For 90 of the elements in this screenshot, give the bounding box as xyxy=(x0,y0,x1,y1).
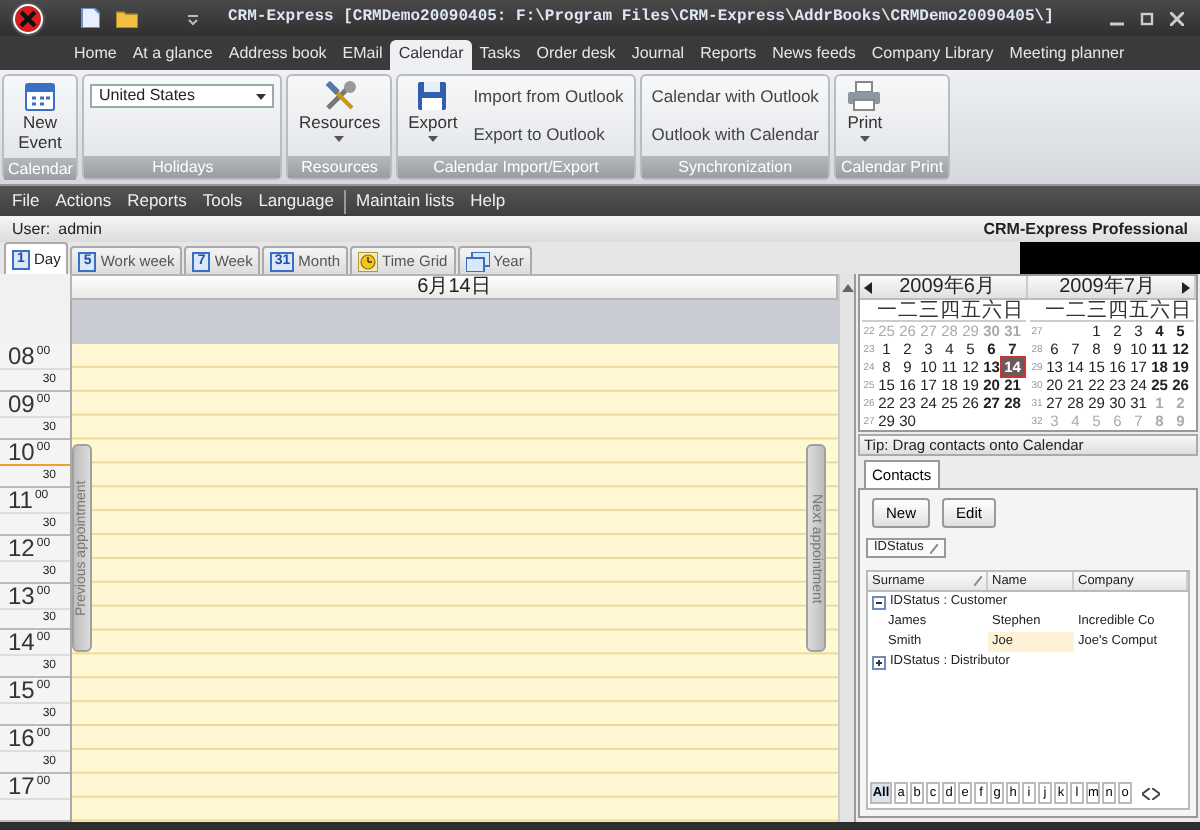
weekday-label: 二 xyxy=(897,299,918,321)
next-month-icon[interactable] xyxy=(1182,281,1190,293)
ribbon-button[interactable]: New Event xyxy=(10,78,70,156)
product-name: CRM-Express Professional xyxy=(983,219,1188,239)
holiday-select[interactable]: United States xyxy=(90,84,275,108)
weekday-label: 六 xyxy=(1149,299,1170,321)
ribbon-tab[interactable]: At a glance xyxy=(124,40,221,70)
menu-item[interactable]: Tools xyxy=(194,188,251,214)
hour-label: 15 xyxy=(8,680,35,703)
scrollbar[interactable] xyxy=(838,274,854,822)
caret-icon xyxy=(334,135,345,142)
window-title: CRM-Express [CRMDemo20090405: F:\Program Files\CRM-Express\AddrBooks\CRMDemo20090405\] xyxy=(228,8,1054,28)
ribbon-button[interactable]: Print xyxy=(842,78,887,154)
ribbon-link[interactable]: Import from Outlook xyxy=(469,86,628,108)
hour-label: 13 xyxy=(8,585,35,608)
scroll-up-icon[interactable] xyxy=(841,282,853,294)
group-label: Resources xyxy=(288,156,391,178)
hour-label: 12 xyxy=(8,537,35,560)
weekday-label: 日 xyxy=(1170,299,1191,321)
weekday-label: 二 xyxy=(1065,299,1086,321)
caret-icon xyxy=(859,135,870,142)
menu-item[interactable]: Maintain lists xyxy=(348,188,463,214)
weekday-label: 一 xyxy=(1044,299,1065,321)
hour-label: 14 xyxy=(8,632,35,655)
customize-icon[interactable] xyxy=(186,10,200,26)
menu-item[interactable]: Reports xyxy=(119,188,195,214)
ribbon-tab[interactable]: Company Library xyxy=(863,40,1002,70)
ribbon-tab[interactable]: Order desk xyxy=(528,40,624,70)
ribbon-button[interactable]: Export xyxy=(404,78,462,154)
weekday-label: 日 xyxy=(1002,299,1023,321)
app-logo[interactable] xyxy=(8,0,48,36)
ribbon-tab[interactable]: Tasks xyxy=(471,40,529,70)
scroll-left-icon[interactable] xyxy=(1142,787,1150,799)
calendar-icon xyxy=(24,80,56,112)
document-icon[interactable] xyxy=(80,8,100,28)
month-title: 2009年6月 xyxy=(897,276,997,298)
folder-icon[interactable] xyxy=(116,9,138,27)
maximize-icon[interactable] xyxy=(1140,11,1154,25)
calendar-pages-icon xyxy=(465,251,490,271)
caret-icon xyxy=(427,135,438,142)
menu-item[interactable]: Actions xyxy=(47,188,120,214)
clock-icon xyxy=(358,251,379,271)
collapse-icon[interactable] xyxy=(872,595,886,609)
group-label: Holidays xyxy=(84,156,281,178)
ribbon-link[interactable]: Export to Outlook xyxy=(469,124,628,146)
ribbon-button[interactable]: Resources xyxy=(294,78,385,154)
month-title: 2009年7月 xyxy=(1057,276,1157,298)
date-header: 6月14日 xyxy=(70,274,838,300)
ribbon-tab[interactable]: Calendar xyxy=(390,40,472,70)
ribbon-link[interactable]: Outlook with Calendar xyxy=(647,124,823,146)
hour-label: 16 xyxy=(8,728,35,751)
ribbon-tab[interactable]: News feeds xyxy=(764,40,864,70)
weekday-label: 五 xyxy=(960,299,981,321)
menu-item[interactable]: File xyxy=(4,188,48,214)
expand-icon[interactable] xyxy=(872,655,886,669)
hour-label: 11 xyxy=(8,489,33,512)
weekday-label: 六 xyxy=(981,299,1002,321)
weekday-label: 四 xyxy=(939,299,960,321)
dropdown-icon xyxy=(256,93,267,99)
ribbon-tab[interactable]: Reports xyxy=(692,40,765,70)
weekday-label: 三 xyxy=(1086,299,1107,321)
hour-label: 17 xyxy=(8,776,35,799)
hour-label: 08 xyxy=(8,346,35,368)
user-label: User: xyxy=(12,219,51,239)
group-label: Synchronization xyxy=(641,156,829,178)
hour-label: 09 xyxy=(8,393,35,416)
ribbon-tab[interactable]: EMail xyxy=(334,40,391,70)
scroll-right-icon[interactable] xyxy=(1152,787,1160,799)
close-icon[interactable] xyxy=(1170,11,1184,25)
user-name: admin xyxy=(58,219,102,239)
weekday-label: 四 xyxy=(1107,299,1128,321)
sort-icon xyxy=(974,576,982,586)
ribbon-link[interactable]: Calendar with Outlook xyxy=(647,86,823,108)
menu-item[interactable]: Help xyxy=(462,188,514,214)
group-label: Calendar Print xyxy=(836,156,948,178)
menu-item[interactable]: Language xyxy=(250,188,343,214)
ribbon-tab[interactable]: Address book xyxy=(220,40,335,70)
ribbon-tab[interactable]: Meeting planner xyxy=(1001,40,1133,70)
ribbon-tab[interactable]: Journal xyxy=(623,40,693,70)
group-label: Calendar xyxy=(4,157,77,180)
previous-month-icon[interactable] xyxy=(864,281,872,293)
tools-icon xyxy=(321,80,358,112)
weekday-label: 五 xyxy=(1128,299,1149,321)
printer-icon xyxy=(846,80,883,112)
hour-label: 10 xyxy=(8,441,35,464)
weekday-label: 一 xyxy=(876,299,897,321)
group-label: Calendar Import/Export xyxy=(398,156,634,178)
weekday-label: 三 xyxy=(918,299,939,321)
ribbon-tab[interactable]: Home xyxy=(66,40,125,70)
sort-icon xyxy=(929,543,938,553)
